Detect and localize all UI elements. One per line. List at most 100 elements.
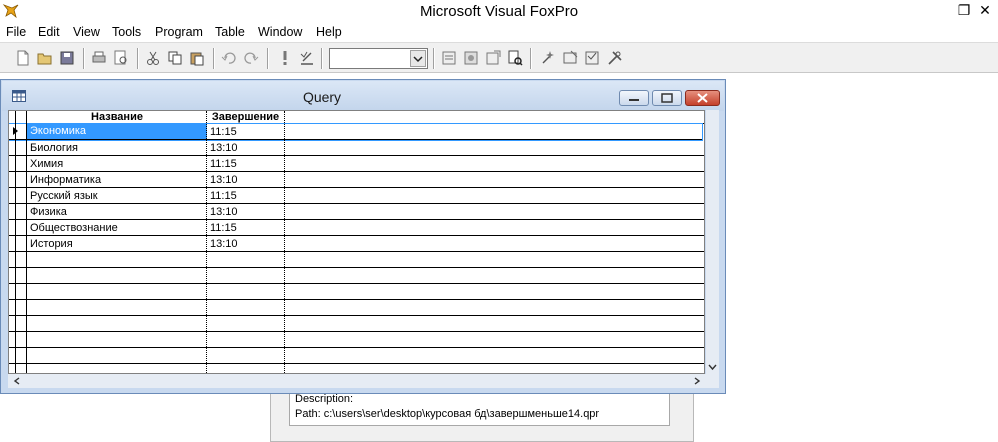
cell-end-time[interactable]: 11:15 xyxy=(207,221,284,235)
menu-file[interactable]: File xyxy=(6,25,26,39)
grid-column-line xyxy=(15,111,16,373)
vertical-scrollbar[interactable] xyxy=(706,110,719,374)
description-label: Description: xyxy=(295,393,354,405)
minimize-button[interactable] xyxy=(619,90,649,106)
grid-column-line xyxy=(26,111,27,373)
grid-header: Название Завершение xyxy=(9,111,704,124)
cell-end-time[interactable]: 13:10 xyxy=(207,205,284,219)
tools-wrench-icon[interactable] xyxy=(606,49,624,67)
cell-name[interactable]: Информатика xyxy=(27,173,207,187)
cell-name[interactable]: Химия xyxy=(27,157,207,171)
cell-end-time[interactable]: 11:15 xyxy=(207,125,284,139)
database-combo[interactable] xyxy=(329,48,428,69)
form-wizard-icon[interactable] xyxy=(539,49,557,67)
menu-help[interactable]: Help xyxy=(316,25,342,39)
run-exclamation-icon[interactable] xyxy=(276,49,294,67)
cell-name[interactable]: Обществознание xyxy=(27,221,207,235)
scroll-down-icon[interactable] xyxy=(707,362,718,372)
close-app-button[interactable]: ✕ xyxy=(970,0,998,22)
report-wizard-icon[interactable] xyxy=(561,49,579,67)
table-row[interactable] xyxy=(9,284,704,300)
toolbar-separator xyxy=(321,48,323,69)
standard-toolbar xyxy=(0,42,998,73)
cell-name[interactable]: Биология xyxy=(27,141,207,155)
toolbar-separator xyxy=(433,48,435,69)
column-header-name[interactable]: Название xyxy=(27,111,207,124)
close-query-button[interactable] xyxy=(685,90,720,106)
cell-end-time[interactable]: 13:10 xyxy=(207,237,284,251)
copy-icon[interactable] xyxy=(166,49,184,67)
table-row[interactable] xyxy=(9,252,704,268)
close-icon xyxy=(697,93,708,103)
save-icon[interactable] xyxy=(58,49,76,67)
cell-name[interactable]: Физика xyxy=(27,205,207,219)
cell-name[interactable]: История xyxy=(27,237,207,251)
query-window-titlebar[interactable]: Query xyxy=(2,81,724,111)
modify-form-icon[interactable] xyxy=(298,49,316,67)
open-folder-icon[interactable] xyxy=(36,49,54,67)
menu-edit[interactable]: Edit xyxy=(38,25,60,39)
app-title: Microsoft Visual FoxPro xyxy=(419,3,579,20)
autoform-icon[interactable] xyxy=(583,49,601,67)
cell-end-time[interactable]: 13:10 xyxy=(207,141,284,155)
toolbar-separator xyxy=(137,48,139,69)
table-row[interactable]: Физика 13:10 xyxy=(9,204,704,220)
menu-program[interactable]: Program xyxy=(155,25,203,39)
menu-table[interactable]: Table xyxy=(215,25,245,39)
cut-icon[interactable] xyxy=(144,49,162,67)
table-row[interactable]: Обществознание 11:15 xyxy=(9,220,704,236)
table-row[interactable] xyxy=(9,316,704,332)
query-window: Query Название Завершение Экономика 11:15… xyxy=(0,79,726,394)
scroll-left-icon[interactable] xyxy=(12,376,22,386)
column-header-end[interactable]: Завершение xyxy=(207,111,284,124)
table-row[interactable]: Биология 13:10 xyxy=(9,140,704,156)
maximize-button[interactable] xyxy=(652,90,682,106)
properties-icon[interactable] xyxy=(484,49,502,67)
cell-name[interactable]: Экономика xyxy=(27,124,207,139)
database-designer-icon[interactable] xyxy=(506,49,524,67)
table-row[interactable] xyxy=(9,348,704,364)
menu-tools[interactable]: Tools xyxy=(112,25,141,39)
toolbar-separator xyxy=(530,48,532,69)
table-row[interactable] xyxy=(9,300,704,316)
print-icon[interactable] xyxy=(90,49,108,67)
view-window-icon[interactable] xyxy=(462,49,480,67)
chevron-down-icon xyxy=(413,56,423,63)
menu-window[interactable]: Window xyxy=(258,25,302,39)
restore-icon: ❐ xyxy=(957,2,971,18)
menu-bar: File Edit View Tools Program Table Windo… xyxy=(0,24,998,42)
combo-dropdown-button[interactable] xyxy=(410,50,426,67)
toolbar-separator xyxy=(267,48,269,69)
record-selector-column xyxy=(9,111,26,373)
cell-end-time[interactable]: 13:10 xyxy=(207,173,284,187)
menu-view[interactable]: View xyxy=(73,25,100,39)
table-row[interactable]: История 13:10 xyxy=(9,236,704,252)
grid-column-line xyxy=(206,111,207,373)
table-row[interactable] xyxy=(9,332,704,348)
command-window-icon[interactable] xyxy=(440,49,458,67)
query-window-title: Query xyxy=(302,89,342,105)
minimize-icon xyxy=(629,99,639,101)
table-row[interactable]: Экономика 11:15 xyxy=(9,123,703,141)
redo-icon[interactable] xyxy=(242,49,260,67)
print-preview-icon[interactable] xyxy=(112,49,130,67)
new-file-icon[interactable] xyxy=(14,49,32,67)
cell-end-time[interactable]: 11:15 xyxy=(207,157,284,171)
undo-icon[interactable] xyxy=(220,49,238,67)
app-titlebar: Microsoft Visual FoxPro ❐ ✕ xyxy=(0,0,998,24)
paste-icon[interactable] xyxy=(188,49,206,67)
cell-name[interactable]: Русский язык xyxy=(27,189,207,203)
table-row[interactable]: Русский язык 11:15 xyxy=(9,188,704,204)
maximize-icon xyxy=(661,93,673,103)
table-row[interactable] xyxy=(9,364,704,373)
query-results-grid[interactable]: Название Завершение Экономика 11:15 Биолог… xyxy=(8,110,705,374)
close-icon: ✕ xyxy=(979,2,991,18)
table-row[interactable]: Информатика 13:10 xyxy=(9,172,704,188)
grid-column-line xyxy=(284,111,285,373)
horizontal-scrollbar[interactable] xyxy=(8,374,719,388)
path-label: Path: c:\users\ser\desktop\курсовая бд\з… xyxy=(295,408,600,420)
scroll-right-icon[interactable] xyxy=(692,376,702,386)
table-row[interactable] xyxy=(9,268,704,284)
cell-end-time[interactable]: 11:15 xyxy=(207,189,284,203)
table-row[interactable]: Химия 11:15 xyxy=(9,156,704,172)
